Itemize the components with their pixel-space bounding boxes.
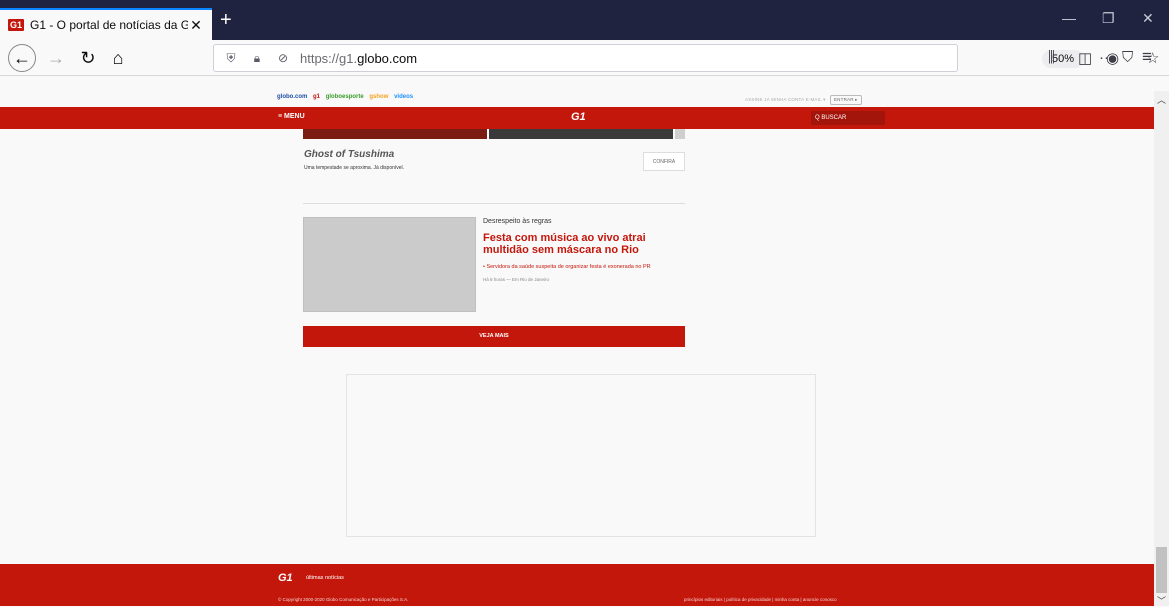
tab-bar: G1 G1 - O portal de notícias da Glo ✕ + …	[0, 0, 1169, 40]
promo-subtitle: Uma tempestade se aproxima. Já disponíve…	[304, 165, 405, 171]
link-globoesporte[interactable]: globoesporte	[326, 94, 364, 100]
news-thumbnail[interactable]	[303, 217, 476, 312]
news-category: Desrespeito às regras	[483, 218, 552, 225]
related-news-link[interactable]: • Servidora da saúde suspeita de organiz…	[483, 264, 651, 270]
login-button[interactable]: ENTRAR ▸	[829, 95, 862, 105]
section-divider	[303, 203, 685, 204]
address-bar[interactable]: ⛨ 🔒︎ ⊘ https://g1.globo.com 50% ··· ⛉ ☆	[213, 44, 1159, 72]
forward-button[interactable]: →	[44, 46, 68, 70]
link-gshow[interactable]: gshow	[369, 94, 388, 100]
restore-button[interactable]: ❐	[1102, 10, 1115, 27]
globo-network-bar: globo.com g1 globoesporte gshow vídeos A…	[0, 91, 1154, 107]
veja-mais-button[interactable]: VEJA MAIS	[303, 326, 685, 347]
url-scheme: https://g1.	[300, 50, 358, 66]
sidebar-icon[interactable]: ◫	[1078, 49, 1092, 67]
new-tab-button[interactable]: +	[220, 10, 232, 30]
latest-news-link[interactable]: últimas notícias	[306, 575, 344, 581]
minimize-button[interactable]: —	[1062, 10, 1076, 26]
link-globo-com[interactable]: globo.com	[277, 94, 307, 100]
footer-g1-logo[interactable]: G1	[278, 572, 293, 584]
promo-image-right[interactable]	[489, 129, 673, 139]
site-footer: G1 últimas notícias © Copyright 2000-202…	[0, 564, 1154, 606]
site-header: ≡ MENU G1 Q BUSCAR	[0, 107, 1154, 129]
account-links: ASSINE JÁ MINHA CONTA E-MAIL ▾ ENTRAR ▸	[745, 95, 862, 105]
navigation-toolbar: ← → ↻ ⌂ ⛨ 🔒︎ ⊘ https://g1.globo.com 50% …	[0, 40, 1169, 76]
account-icon[interactable]: ◉	[1106, 49, 1119, 67]
g1-favicon-icon: G1	[8, 19, 24, 31]
scrollbar-thumb[interactable]	[1156, 547, 1167, 593]
ad-placeholder	[346, 374, 816, 537]
copyright-text: © Copyright 2000-2020 Globo Comunicação …	[278, 597, 409, 602]
pocket-icon[interactable]: ⛉	[1122, 49, 1133, 66]
tab-close-icon[interactable]: ✕	[188, 17, 204, 34]
confira-button[interactable]: CONFIRA	[643, 152, 685, 171]
g1-logo[interactable]: G1	[571, 111, 586, 123]
network-links: globo.com g1 globoesporte gshow vídeos	[277, 94, 417, 100]
autoplay-blocked-icon[interactable]: ⊘	[274, 51, 292, 65]
account-links-text[interactable]: ASSINE JÁ MINHA CONTA E-MAIL ▾	[745, 97, 826, 102]
promo-image-edge	[675, 129, 685, 139]
scroll-down-arrow-icon[interactable]: ﹀	[1154, 594, 1169, 607]
url-text[interactable]: https://g1.globo.com	[300, 51, 957, 66]
vertical-scrollbar[interactable]: ︿ ﹀	[1154, 91, 1169, 606]
promo-image-left[interactable]	[303, 129, 487, 139]
url-host: globo.com	[357, 50, 418, 66]
scroll-up-arrow-icon[interactable]: ︿	[1154, 93, 1169, 106]
reload-button[interactable]: ↻	[76, 46, 100, 70]
tracking-protection-icon[interactable]: ⛨	[222, 51, 240, 66]
lock-icon[interactable]: 🔒︎	[248, 51, 266, 66]
news-headline[interactable]: Festa com música ao vivo atrai multidão …	[483, 232, 693, 256]
promo-title[interactable]: Ghost of Tsushima	[304, 149, 394, 160]
menu-button[interactable]: ≡ MENU	[278, 113, 305, 120]
home-button[interactable]: ⌂	[106, 46, 130, 70]
tab-title: G1 - O portal de notícias da Glo	[30, 18, 188, 32]
back-button[interactable]: ←	[8, 44, 36, 72]
library-icon[interactable]: ⫼	[1048, 49, 1055, 66]
browser-tab[interactable]: G1 G1 - O portal de notícias da Glo ✕	[0, 8, 212, 40]
promo-image-strip	[303, 129, 685, 139]
link-videos[interactable]: vídeos	[394, 94, 413, 100]
footer-links[interactable]: princípios editoriais | política de priv…	[684, 597, 837, 602]
search-button[interactable]: Q BUSCAR	[811, 111, 885, 125]
link-g1[interactable]: g1	[313, 94, 320, 100]
hamburger-menu-icon[interactable]: ≡	[1142, 47, 1152, 67]
close-window-button[interactable]: ✕	[1142, 10, 1154, 27]
web-page: globo.com g1 globoesporte gshow vídeos A…	[0, 91, 1154, 606]
news-meta: Há 8 horas — Em Rio de Janeiro	[483, 277, 550, 282]
